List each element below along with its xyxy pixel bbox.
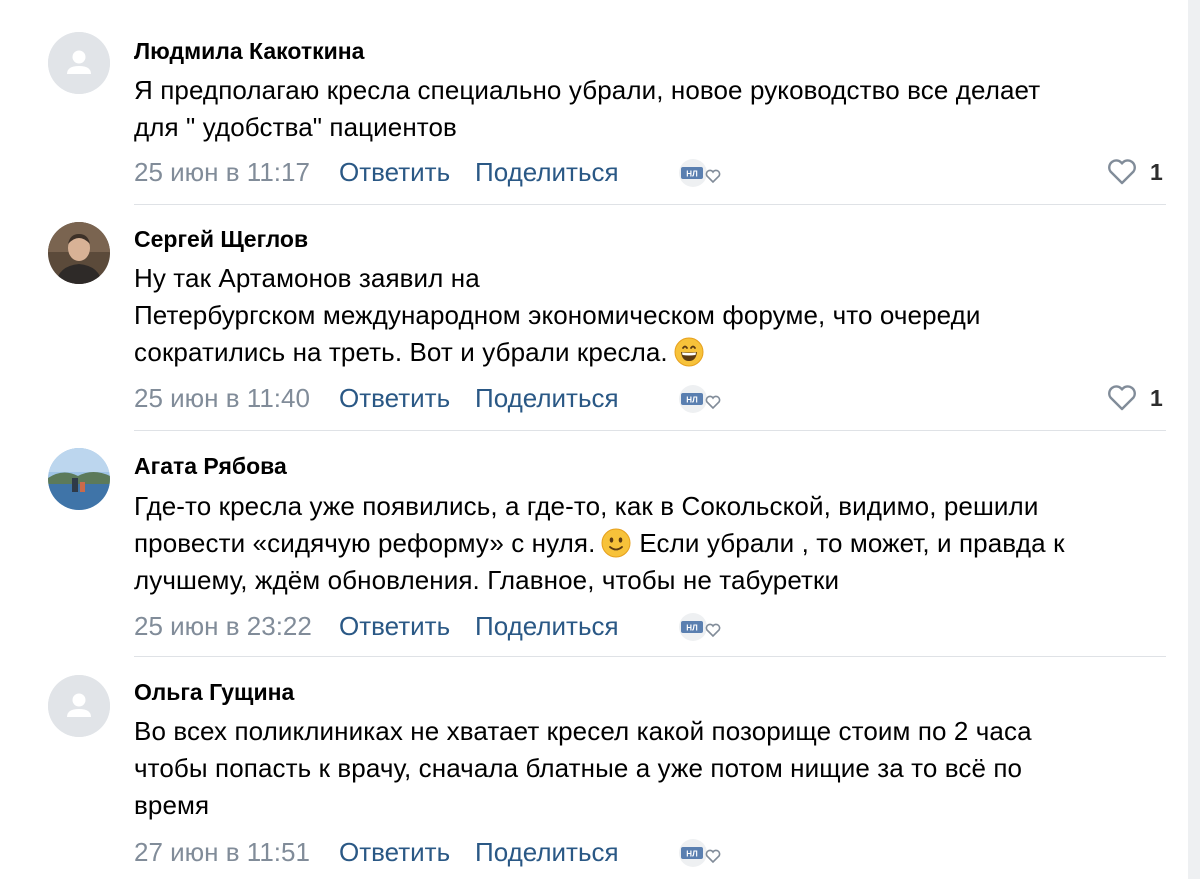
default-avatar-icon: [48, 32, 110, 94]
comment-meta: 27 июн в 11:51 Ответить Поделиться: [134, 836, 619, 868]
share-button[interactable]: Поделиться: [475, 836, 619, 868]
comment-text-line: Петербургском международном экономическо…: [134, 300, 981, 330]
like-count: 1: [1150, 158, 1163, 185]
like-button[interactable]: 1: [1106, 382, 1163, 414]
slightly-smiling-face-emoji: [601, 528, 631, 558]
comment-meta: 25 июн в 11:17 Ответить Поделиться: [134, 156, 619, 188]
nl-heart-badge-icon[interactable]: НЛ: [676, 158, 726, 188]
comment-date[interactable]: 25 июн в 11:40: [134, 383, 310, 413]
like-count: 1: [1150, 384, 1163, 411]
comment-text-line: время: [134, 790, 210, 820]
nl-heart-badge-icon[interactable]: НЛ: [676, 612, 726, 642]
nl-heart-badge-icon[interactable]: НЛ: [676, 384, 726, 414]
svg-text:НЛ: НЛ: [686, 396, 698, 405]
comment-text-fragment: провести «сидячую реформу» с нуля.: [134, 528, 596, 558]
comment-text: Во всех поликлиниках не хватает кресел к…: [134, 713, 1174, 824]
avatar[interactable]: [48, 222, 110, 284]
avatar[interactable]: [48, 675, 110, 737]
comment-author[interactable]: Агата Рябова: [134, 453, 287, 480]
divider: [134, 204, 1166, 205]
like-button[interactable]: 1: [1106, 156, 1163, 188]
comment-text-line: провести «сидячую реформу» с нуля. Если …: [134, 525, 1174, 562]
comment-meta: 25 июн в 23:22 Ответить Поделиться: [134, 610, 619, 642]
comment-meta: 25 июн в 11:40 Ответить Поделиться: [134, 382, 619, 414]
share-button[interactable]: Поделиться: [475, 382, 619, 414]
divider: [134, 430, 1166, 431]
heart-outline-icon: [1108, 159, 1136, 185]
comment-text-line: Ну так Артамонов заявил на: [134, 263, 480, 293]
comment-date[interactable]: 27 июн в 11:51: [134, 837, 310, 867]
comment-text-line: Я предполагаю кресла специально убрали, …: [134, 75, 1041, 105]
share-button[interactable]: Поделиться: [475, 610, 619, 642]
landscape-photo-avatar: [48, 448, 110, 510]
svg-text:НЛ: НЛ: [686, 850, 698, 859]
comment-text: Я предполагаю кресла специально убрали, …: [134, 72, 1174, 146]
comment-text-line: чтобы попасть к врачу, сначала блатные а…: [134, 753, 1023, 783]
comment-text: Где-то кресла уже появились, а где-то, к…: [134, 488, 1174, 599]
nl-heart-badge-icon[interactable]: НЛ: [676, 838, 726, 868]
user-photo-avatar: [48, 222, 110, 284]
page-edge: [1188, 0, 1200, 879]
reply-button[interactable]: Ответить: [339, 836, 450, 868]
reply-button[interactable]: Ответить: [339, 382, 450, 414]
reply-button[interactable]: Ответить: [339, 610, 450, 642]
avatar[interactable]: [48, 32, 110, 94]
comment-author[interactable]: Ольга Гущина: [134, 679, 294, 706]
comment-date[interactable]: 25 июн в 11:17: [134, 157, 310, 187]
comment-text-fragment: Если убрали , то может, и правда к: [639, 528, 1065, 558]
reply-button[interactable]: Ответить: [339, 156, 450, 188]
divider: [134, 656, 1166, 657]
comment-text-line: Во всех поликлиниках не хватает кресел к…: [134, 716, 1032, 746]
comment-text-line: лучшему, ждём обновления. Главное, чтобы…: [134, 565, 840, 595]
avatar[interactable]: [48, 448, 110, 510]
comment-text-line: сократились на треть. Вот и убрали кресл…: [134, 334, 1174, 371]
comment-text-line: для " удобства" пациентов: [134, 112, 457, 142]
heart-outline-icon: [1108, 385, 1136, 411]
share-button[interactable]: Поделиться: [475, 156, 619, 188]
comment-text: Ну так Артамонов заявил на Петербургском…: [134, 260, 1174, 371]
comment-text-fragment: сократились на треть. Вот и убрали кресл…: [134, 337, 668, 367]
default-avatar-icon: [48, 675, 110, 737]
comment-date[interactable]: 25 июн в 23:22: [134, 611, 312, 641]
svg-text:НЛ: НЛ: [686, 170, 698, 179]
grinning-face-emoji: [674, 337, 704, 367]
comment-text-line: Где-то кресла уже появились, а где-то, к…: [134, 491, 1039, 521]
comment-author[interactable]: Людмила Какоткина: [134, 38, 364, 65]
comment-author[interactable]: Сергей Щеглов: [134, 226, 308, 253]
svg-text:НЛ: НЛ: [686, 624, 698, 633]
